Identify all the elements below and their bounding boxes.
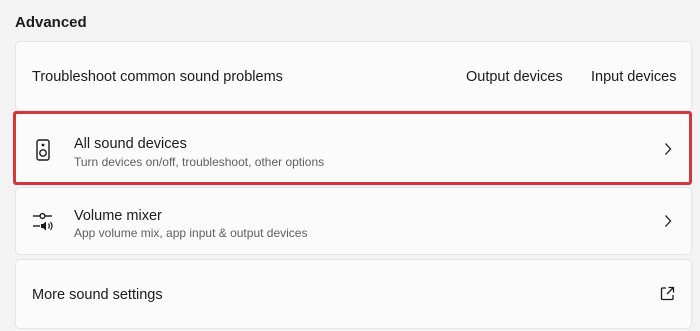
troubleshoot-label: Troubleshoot common sound problems <box>32 69 283 85</box>
more-sound-settings-row[interactable]: More sound settings <box>15 259 692 329</box>
external-link-icon <box>660 286 675 301</box>
section-title: Advanced <box>15 14 87 31</box>
all-sound-devices-row[interactable]: All sound devices Turn devices on/off, t… <box>15 113 692 183</box>
more-sound-settings-label: More sound settings <box>32 287 163 303</box>
volume-mixer-row[interactable]: Volume mixer App volume mix, app input &… <box>15 187 692 255</box>
output-devices-link[interactable]: Output devices <box>466 69 563 85</box>
volume-mixer-subtitle: App volume mix, app input & output devic… <box>74 226 308 240</box>
mixer-icon <box>32 210 54 234</box>
troubleshoot-card: Troubleshoot common sound problems Outpu… <box>15 41 692 111</box>
chevron-right-icon <box>663 142 673 156</box>
all-sound-devices-title: All sound devices <box>74 136 187 152</box>
all-sound-devices-subtitle: Turn devices on/off, troubleshoot, other… <box>74 155 325 169</box>
chevron-right-icon <box>663 214 673 228</box>
volume-mixer-title: Volume mixer <box>74 208 162 224</box>
speaker-icon <box>32 138 54 162</box>
input-devices-link[interactable]: Input devices <box>591 69 676 85</box>
